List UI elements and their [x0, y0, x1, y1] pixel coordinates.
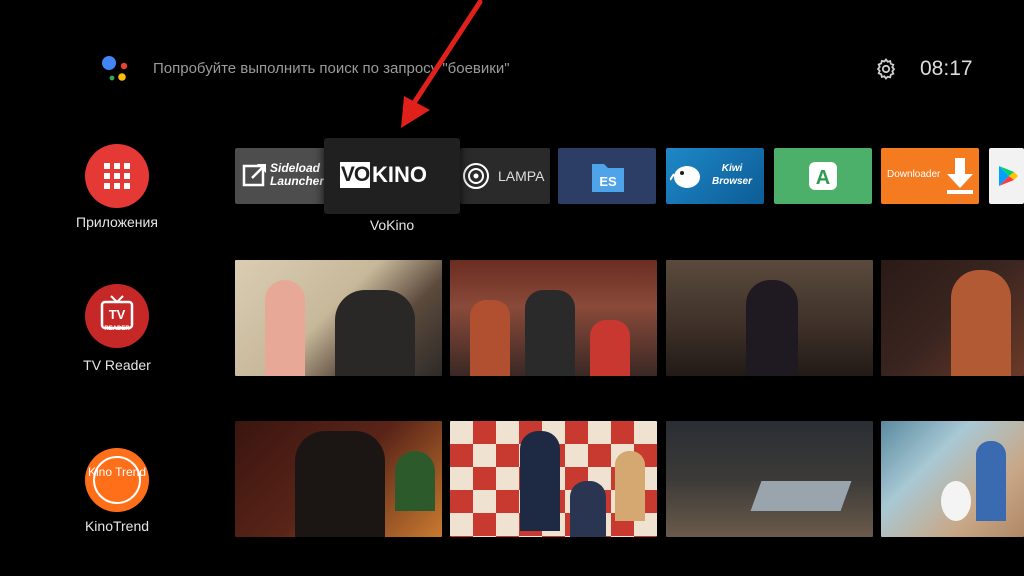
vokino-logo-kino: KINO	[372, 162, 427, 187]
content-tile[interactable]	[450, 421, 657, 537]
vokino-logo-vo: VO	[340, 162, 370, 188]
app-lampa[interactable]: LAMPA	[460, 148, 550, 204]
lampa-logo-icon	[463, 163, 489, 189]
svg-text:TV: TV	[109, 307, 126, 322]
google-assistant-icon[interactable]	[100, 53, 132, 85]
kiwi-bird-icon	[670, 166, 700, 188]
app-google-play[interactable]	[989, 148, 1024, 204]
play-store-icon	[999, 166, 1018, 186]
gear-icon[interactable]	[874, 57, 898, 81]
apps-button[interactable]	[85, 144, 149, 208]
app-vokino[interactable]: VO KINO	[324, 138, 460, 214]
content-tile[interactable]	[666, 421, 873, 537]
aptoide-icon: A	[809, 162, 837, 190]
content-tile[interactable]	[450, 260, 657, 376]
kiwi-line2: Browser	[712, 176, 753, 187]
app-downloader[interactable]: Downloader	[881, 148, 979, 204]
svg-text:A: A	[816, 167, 830, 189]
content-tile[interactable]	[235, 421, 442, 537]
content-tile[interactable]	[881, 421, 1024, 537]
sidebar-item-apps-label: Приложения	[76, 214, 158, 230]
sidebar-item-kinotrend-label: KinoTrend	[84, 518, 150, 534]
app-sideload-launcher[interactable]: Sideload Launcher	[235, 148, 333, 204]
content-tile[interactable]	[235, 260, 442, 376]
clock: 08:17	[920, 57, 973, 80]
content-tile[interactable]	[881, 260, 1024, 376]
tv-reader-icon: TV	[100, 295, 134, 330]
tv-reader-channel[interactable]: TV READER	[85, 284, 149, 348]
sidebar-item-tv-reader-label: TV Reader	[83, 357, 151, 373]
apps-grid-icon	[104, 163, 130, 189]
kinotrend-channel[interactable]: Kino Trend	[85, 448, 149, 512]
focused-app-label: VoKino	[369, 217, 415, 233]
annotation-arrow	[401, 0, 483, 128]
kiwi-line1: Kiwi	[721, 163, 743, 174]
downloader-label: Downloader	[887, 169, 941, 180]
svg-text:ES: ES	[599, 174, 617, 189]
content-tile[interactable]	[666, 260, 873, 376]
es-folder-icon: ES	[592, 164, 624, 192]
sideload-line2: Launcher	[270, 174, 325, 188]
lampa-label: LAMPA	[498, 168, 545, 184]
app-aptoide[interactable]: A	[774, 148, 872, 204]
app-es-file-explorer[interactable]: ES	[558, 148, 656, 204]
external-launch-icon	[242, 164, 266, 187]
download-arrow-icon	[947, 158, 973, 194]
app-kiwi-browser[interactable]: Kiwi Browser	[666, 148, 764, 204]
tv-reader-logo-text: READER	[104, 326, 130, 332]
kinotrend-logo-text: Kino Trend	[87, 465, 147, 479]
kinotrend-icon	[93, 456, 141, 504]
